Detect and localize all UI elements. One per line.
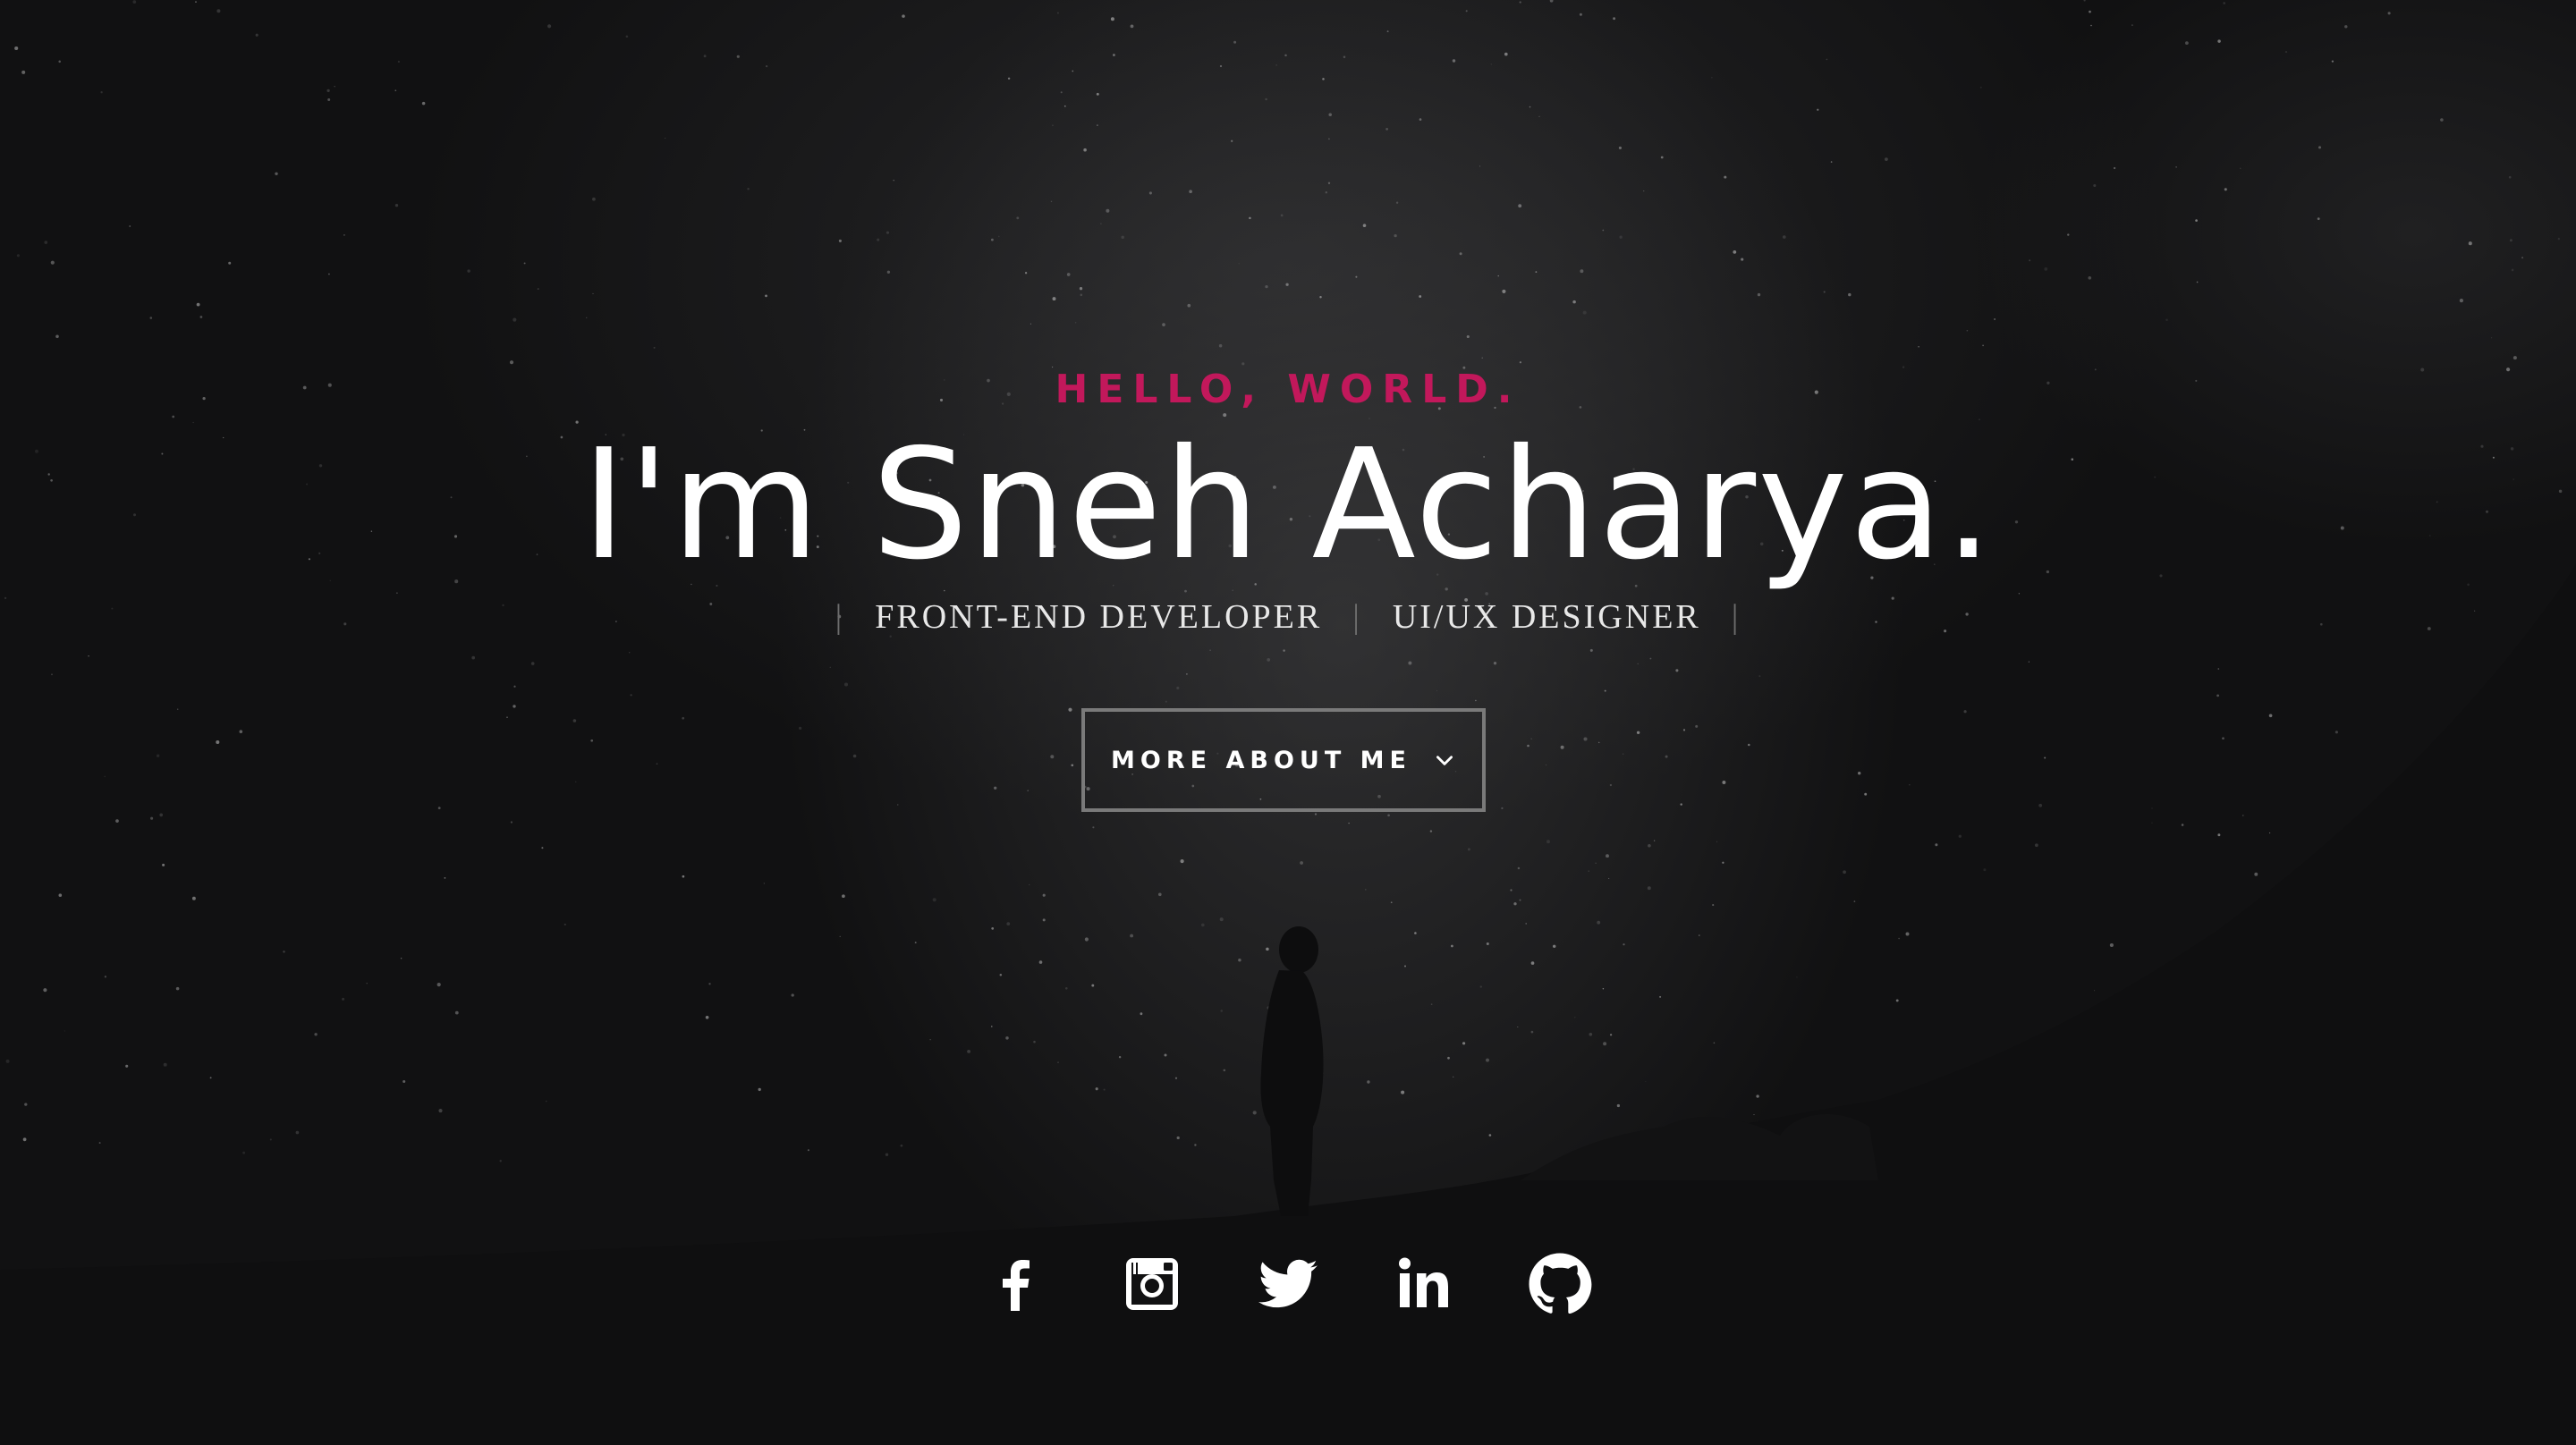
role-separator: | — [1352, 598, 1362, 636]
hero-content: HELLO, WORLD. I'm Sneh Acharya. | FRONT-… — [0, 0, 2576, 1445]
hero-section: HELLO, WORLD. I'm Sneh Acharya. | FRONT-… — [0, 0, 2576, 1445]
instagram-link[interactable] — [1120, 1252, 1184, 1316]
twitter-icon — [1258, 1259, 1318, 1308]
instagram-icon — [1126, 1258, 1178, 1310]
github-link[interactable] — [1528, 1252, 1592, 1316]
greeting-text: HELLO, WORLD. — [1055, 367, 1521, 412]
linkedin-link[interactable] — [1392, 1252, 1456, 1316]
twitter-link[interactable] — [1256, 1252, 1320, 1316]
more-about-me-button[interactable]: MORE ABOUT ME — [1081, 708, 1486, 812]
chevron-down-icon — [1436, 756, 1453, 765]
role-ui-ux-designer: UI/UX DESIGNER — [1392, 598, 1701, 636]
linkedin-icon — [1399, 1257, 1448, 1307]
facebook-link[interactable] — [984, 1252, 1048, 1316]
page-title: I'm Sneh Acharya. — [581, 417, 1995, 594]
role-separator: | — [1731, 598, 1741, 636]
roles-line: | FRONT-END DEVELOPER | UI/UX DESIGNER | — [0, 597, 2576, 637]
facebook-icon — [1003, 1260, 1030, 1311]
github-icon — [1529, 1253, 1592, 1314]
role-separator: | — [835, 598, 845, 636]
role-front-end-developer: FRONT-END DEVELOPER — [875, 598, 1323, 636]
more-about-me-label: MORE ABOUT ME — [1111, 746, 1411, 774]
social-links — [0, 1252, 2576, 1316]
